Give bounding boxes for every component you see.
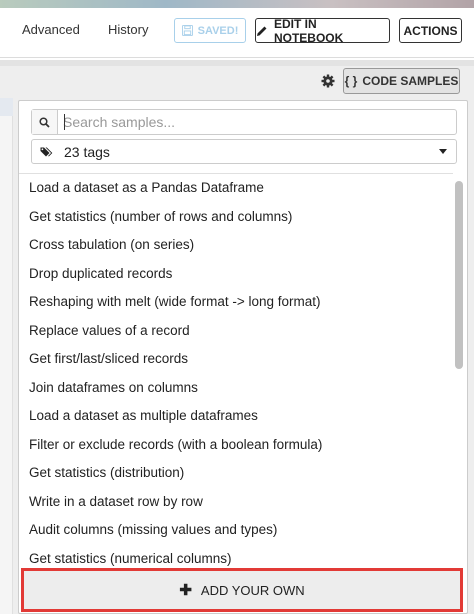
list-item[interactable]: Filter or exclude records (with a boolea… xyxy=(19,431,453,460)
code-samples-label: CODE SAMPLES xyxy=(362,74,459,88)
tags-select-value: 23 tags xyxy=(64,143,110,160)
chevron-down-icon xyxy=(439,149,447,154)
tab-history[interactable]: History xyxy=(108,22,148,37)
code-samples-button[interactable]: { } CODE SAMPLES xyxy=(343,68,460,94)
list-item[interactable]: Get statistics (number of rows and colum… xyxy=(19,203,453,232)
edit-in-notebook-button[interactable]: EDIT IN NOTEBOOK xyxy=(255,16,390,45)
gear-icon[interactable] xyxy=(320,73,336,89)
braces-icon: { } xyxy=(344,74,358,88)
saved-button[interactable]: SAVED! xyxy=(174,18,246,43)
header-bar: Advanced History SAVED! EDIT IN NOTEBOOK… xyxy=(0,8,474,58)
list-item[interactable]: Join dataframes on columns xyxy=(19,374,453,403)
list-item[interactable]: Audit columns (missing values and types) xyxy=(19,516,453,545)
editor-line-highlight xyxy=(0,98,13,116)
list-item[interactable]: Cross tabulation (on series) xyxy=(19,231,453,260)
top-color-strip xyxy=(0,0,474,8)
tags-icon xyxy=(40,147,53,156)
actions-button[interactable]: ACTIONS xyxy=(399,18,462,43)
list-item[interactable]: Reshaping with melt (wide format -> long… xyxy=(19,288,453,317)
tags-select[interactable]: 23 tags xyxy=(31,139,457,164)
tab-advanced[interactable]: Advanced xyxy=(22,22,80,37)
panel-top-divider xyxy=(0,60,474,66)
code-samples-dropdown: 23 tags Load a dataset as a Pandas Dataf… xyxy=(18,100,468,614)
text-caret xyxy=(64,114,65,130)
save-disk-icon xyxy=(181,25,193,36)
edit-in-notebook-label: EDIT IN NOTEBOOK xyxy=(273,16,344,45)
list-scrollbar[interactable] xyxy=(455,181,463,369)
list-item[interactable]: Load a dataset as multiple dataframes xyxy=(19,402,453,431)
pencil-icon xyxy=(256,26,267,36)
search-input[interactable] xyxy=(58,110,456,134)
list-item[interactable]: Load a dataset as a Pandas Dataframe xyxy=(19,174,453,203)
list-item[interactable]: Get statistics (distribution) xyxy=(19,459,453,488)
list-item[interactable]: Get statistics (numerical columns) xyxy=(19,545,453,570)
samples-list: Load a dataset as a Pandas Dataframe Get… xyxy=(19,173,453,569)
search-icon xyxy=(32,110,58,134)
list-item[interactable]: Replace values of a record xyxy=(19,317,453,346)
search-box xyxy=(31,109,457,135)
saved-label: SAVED! xyxy=(197,24,239,37)
list-item[interactable]: Get first/last/sliced records xyxy=(19,345,453,374)
plus-icon: ✚ xyxy=(179,582,192,599)
left-editor-strip xyxy=(0,98,13,614)
add-your-own-button[interactable]: ✚ ADD YOUR OWN xyxy=(21,568,463,612)
list-item[interactable]: Write in a dataset row by row xyxy=(19,488,453,517)
list-item[interactable]: Drop duplicated records xyxy=(19,260,453,289)
add-your-own-label: ADD YOUR OWN xyxy=(200,582,305,598)
